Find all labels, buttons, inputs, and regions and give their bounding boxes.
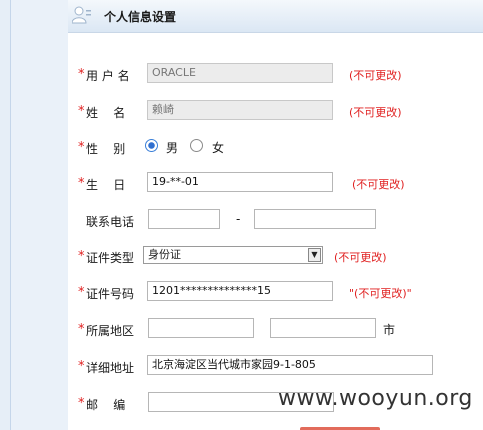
required-mark: * [78,322,85,337]
region-label: 所属地区 [86,324,135,338]
watermark: www.wooyun.org [278,386,473,411]
required-mark: * [78,396,85,411]
required-mark: * [78,140,85,155]
address-label: 详细地址 [86,361,135,375]
phone-area-input[interactable] [148,209,220,229]
gender-female-label: 女 [212,141,225,155]
id-number-field[interactable]: 1201**************15 [147,281,333,301]
dropdown-arrow-icon[interactable]: ▼ [308,248,321,262]
id-number-note: "(不可更改)" [349,287,412,300]
birthday-note: (不可更改) [352,178,405,191]
username-field[interactable]: ORACLE [147,63,333,83]
city-suffix: 市 [383,323,396,337]
username-note: (不可更改) [349,69,402,82]
gender-male-label: 男 [166,141,179,155]
user-icon [72,6,91,24]
required-mark: * [78,104,85,119]
birthday-field[interactable]: 19-**-01 [147,172,333,192]
id-number-label: 证件号码 [86,287,135,301]
section-header: 个人信息设置 [68,0,483,33]
phone-label: 联系电话 [86,215,135,229]
id-type-note: (不可更改) [334,251,387,264]
gender-male-radio[interactable] [145,139,158,152]
name-label: 姓 名 [86,106,126,120]
required-mark: * [78,67,85,82]
phone-separator: - [236,212,241,226]
left-strip [0,0,10,430]
address-field[interactable]: 北京海淀区当代城市家园9-1-805 [147,355,433,375]
required-mark: * [78,285,85,300]
name-note: (不可更改) [349,106,402,119]
province-input[interactable] [148,318,254,338]
id-type-selected: 身份证 [148,248,181,261]
required-mark: * [78,249,85,264]
gender-female-radio[interactable] [190,139,203,152]
city-input[interactable] [270,318,376,338]
required-mark: * [78,176,85,191]
section-title: 个人信息设置 [104,10,177,24]
name-field[interactable]: 赖崎 [147,100,333,120]
postcode-label: 邮 编 [86,398,126,412]
id-type-select[interactable]: 身份证 ▼ [143,246,323,264]
username-label: 用 户 名 [86,69,130,83]
phone-number-input[interactable] [254,209,376,229]
gender-label: 性 别 [86,142,126,156]
required-mark: * [78,359,85,374]
left-border [10,0,11,430]
id-type-label: 证件类型 [86,251,135,265]
birthday-label: 生 日 [86,178,126,192]
